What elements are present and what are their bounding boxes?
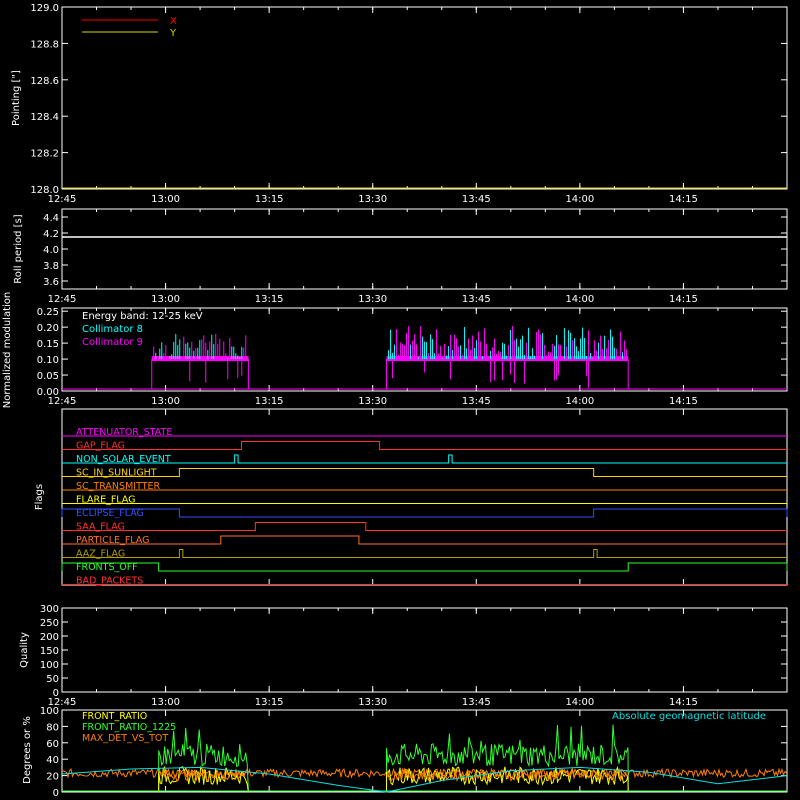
x-tick-label: 14:15 bbox=[669, 294, 698, 305]
y-tick-label: 20 bbox=[46, 772, 59, 783]
y-tick-label: 60 bbox=[46, 739, 59, 750]
panel-1-ylabel: Roll period [s] bbox=[13, 214, 24, 283]
y-tick-label: 0.10 bbox=[37, 355, 59, 366]
x-tick-label: 14:00 bbox=[565, 697, 594, 708]
flag-label-saa_flag: SAA_FLAG bbox=[76, 522, 125, 533]
flag-label-eclipse_flag: ECLIPSE_FLAG bbox=[76, 508, 144, 519]
y-tick-label: 128.0 bbox=[30, 185, 59, 196]
y-tick-label: 3.8 bbox=[43, 261, 59, 272]
y-tick-label: 0.05 bbox=[37, 371, 59, 382]
x-tick-label: 13:15 bbox=[255, 194, 284, 205]
x-tick-label: 13:45 bbox=[462, 396, 491, 407]
x-tick-label: 13:00 bbox=[151, 697, 180, 708]
y-tick-label: 300 bbox=[40, 604, 59, 615]
y-tick-label: 3.6 bbox=[43, 277, 59, 288]
x-tick-label: 13:15 bbox=[255, 294, 284, 305]
x-tick-label: 13:00 bbox=[151, 396, 180, 407]
legend-label-Y: Y bbox=[169, 28, 177, 39]
flag-label-particle_flag: PARTICLE_FLAG bbox=[76, 535, 149, 546]
flag-label-sc_transmitter: SC_TRANSMITTER bbox=[76, 481, 161, 492]
legend-label-front_ratio_1225: FRONT_RATIO_1225 bbox=[82, 722, 176, 733]
panel-0-ylabel: Pointing ["] bbox=[11, 70, 22, 126]
energy-band-annotation: Energy band: 12-25 keV bbox=[82, 311, 203, 322]
flag-label-aaz_flag: AAZ_FLAG bbox=[76, 549, 125, 560]
panel-4-ylabel: Quality bbox=[19, 632, 30, 668]
y-tick-label: 40 bbox=[46, 755, 59, 766]
y-tick-label: 100 bbox=[40, 660, 59, 671]
panel-5-ylabel: Degrees or % bbox=[22, 716, 33, 784]
y-tick-label: 4.4 bbox=[43, 213, 59, 224]
x-tick-label: 13:45 bbox=[462, 697, 491, 708]
flag-label-fronts_off: FRONTS_OFF bbox=[76, 562, 138, 573]
x-tick-label: 13:15 bbox=[255, 396, 284, 407]
x-tick-label: 13:30 bbox=[358, 396, 387, 407]
flag-label-bad_packets: BAD_PACKETS bbox=[76, 576, 143, 587]
y-tick-label: 128.6 bbox=[30, 76, 59, 87]
x-tick-label: 13:30 bbox=[358, 697, 387, 708]
y-tick-label: 0.15 bbox=[37, 339, 59, 350]
x-tick-label: 13:30 bbox=[358, 294, 387, 305]
flag-label-non_solar_event: NON_SOLAR_EVENT bbox=[76, 454, 171, 465]
y-tick-label: 50 bbox=[46, 674, 59, 685]
x-tick-label: 13:00 bbox=[151, 294, 180, 305]
y-tick-label: 0 bbox=[53, 788, 59, 799]
y-tick-label: 80 bbox=[46, 722, 59, 733]
panel-3-ylabel: Flags bbox=[34, 484, 45, 510]
y-tick-label: 128.2 bbox=[30, 149, 59, 160]
x-tick-label: 14:15 bbox=[669, 194, 698, 205]
y-tick-label: 128.4 bbox=[30, 112, 59, 123]
y-tick-label: 150 bbox=[40, 646, 59, 657]
x-tick-label: 13:30 bbox=[358, 194, 387, 205]
y-tick-label: 0.20 bbox=[37, 323, 59, 334]
x-tick-label: 14:00 bbox=[565, 294, 594, 305]
y-tick-label: 250 bbox=[40, 618, 59, 629]
legend-label-max_det_vs_tot: MAX_DET_VS_TOT bbox=[82, 733, 168, 744]
panel-2-ylabel: Normalized modulation bbox=[2, 292, 13, 409]
legend-label-X: X bbox=[170, 16, 177, 27]
legend-label-collimator-9: Collimator 9 bbox=[82, 337, 143, 348]
x-tick-label: 14:15 bbox=[669, 697, 698, 708]
x-tick-label: 14:00 bbox=[565, 194, 594, 205]
legend-label-front_ratio: FRONT_RATIO bbox=[82, 711, 147, 722]
y-tick-label: 0.25 bbox=[37, 307, 59, 318]
geomagnetic-latitude-label: Absolute geomagnetic latitude bbox=[612, 711, 766, 722]
x-tick-label: 13:00 bbox=[151, 194, 180, 205]
x-tick-label: 13:45 bbox=[462, 194, 491, 205]
flag-label-flare_flag: FLARE_FLAG bbox=[76, 495, 136, 506]
x-tick-label: 14:15 bbox=[669, 396, 698, 407]
y-tick-label: 0 bbox=[53, 688, 59, 699]
flag-label-gap_flag: GAP_FLAG bbox=[76, 441, 125, 452]
flag-label-sc_in_sunlight: SC_IN_SUNLIGHT bbox=[76, 468, 157, 479]
y-tick-label: 128.8 bbox=[30, 39, 59, 50]
y-tick-label: 100 bbox=[40, 706, 59, 717]
x-tick-label: 13:15 bbox=[255, 697, 284, 708]
flag-label-attenuator_state: ATTENUATOR_STATE bbox=[76, 427, 172, 438]
y-tick-label: 0.00 bbox=[37, 387, 59, 398]
legend-label-collimator-8: Collimator 8 bbox=[82, 324, 143, 335]
y-tick-label: 129.0 bbox=[30, 3, 59, 14]
y-tick-label: 200 bbox=[40, 632, 59, 643]
y-tick-label: 4.2 bbox=[43, 229, 59, 240]
hessi-observing-summary-figure: 12:45 13:00 13:15 13:30 13:45 14:00 14:15 128.0… bbox=[0, 0, 800, 800]
x-tick-label: 12:45 bbox=[48, 294, 77, 305]
x-tick-label: 14:00 bbox=[565, 396, 594, 407]
x-tick-label: 13:45 bbox=[462, 294, 491, 305]
y-tick-label: 4.0 bbox=[43, 245, 59, 256]
